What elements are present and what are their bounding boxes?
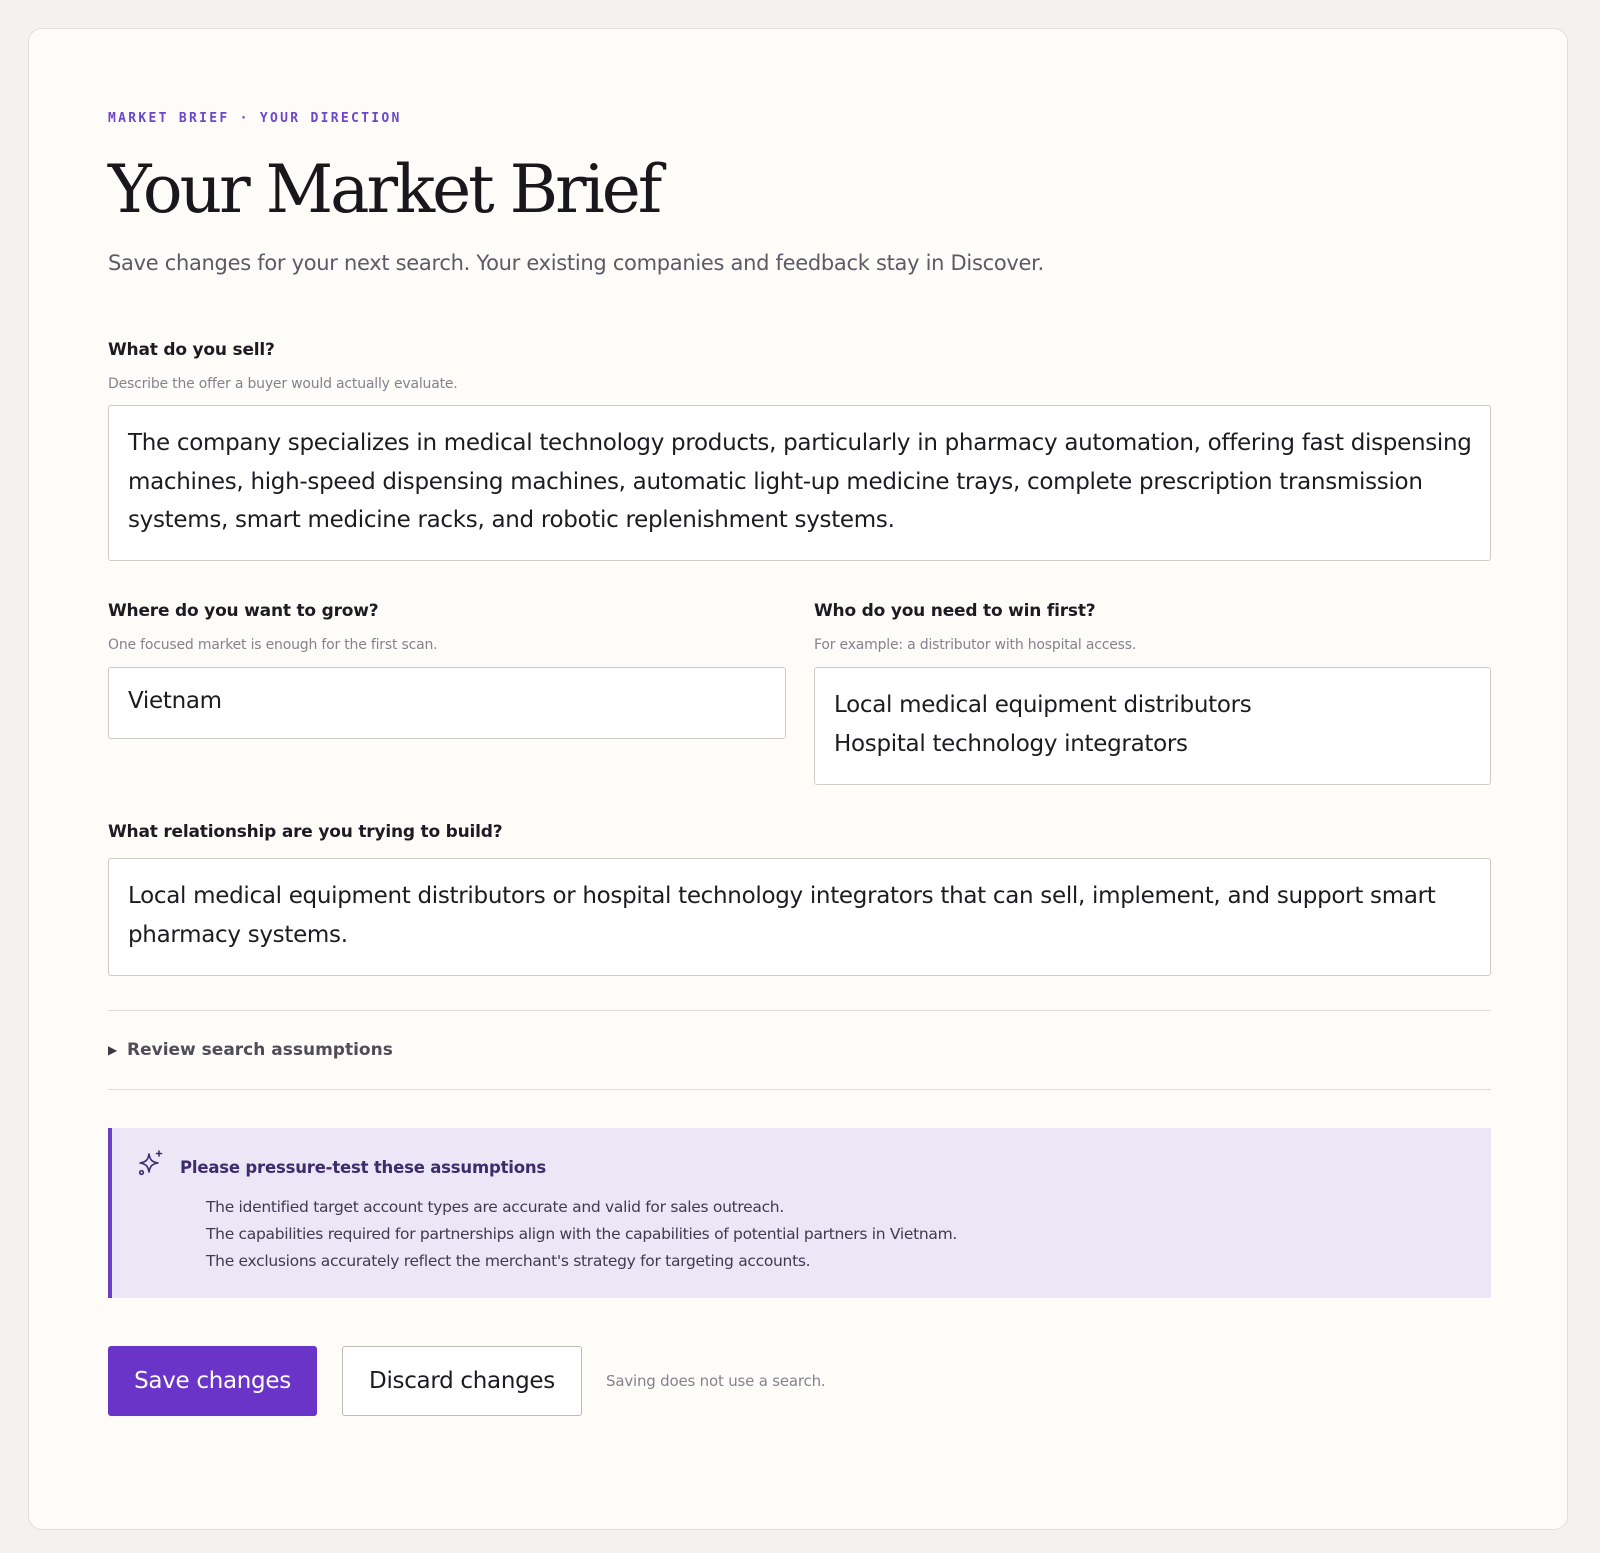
list-item: The identified target account types are … — [206, 1198, 784, 1216]
market-row: Where do you want to grow? One focused m… — [108, 599, 1491, 785]
sell-text-line: machines, high-speed dispensing machines… — [128, 468, 1423, 495]
list-item: The exclusions accurately reflect the me… — [206, 1252, 811, 1270]
win-text-line: Hospital technology integrators — [834, 730, 1188, 757]
relationship-label: What relationship are you trying to buil… — [108, 822, 503, 842]
win-label: Who do you need to win first? — [814, 601, 1096, 621]
triangle-right-icon: ▶ — [108, 1043, 118, 1057]
win-section: Who do you need to win first? For exampl… — [814, 599, 1491, 785]
review-assumptions-toggle[interactable]: ▶ Review search assumptions — [108, 1011, 1491, 1089]
assumptions-list: The identified target account types are … — [206, 1194, 957, 1275]
page-subtitle: Save changes for your next search. Your … — [108, 251, 1044, 275]
sell-section: What do you sell? Describe the offer a b… — [108, 338, 1491, 561]
grow-input[interactable]: Vietnam — [108, 667, 786, 739]
eyebrow: MARKET BRIEF · YOUR DIRECTION — [108, 111, 402, 126]
sparkle-icon — [138, 1150, 163, 1176]
sell-text-line: systems, smart medicine racks, and robot… — [128, 507, 895, 533]
brief-content: MARKET BRIEF · YOUR DIRECTION Your Marke… — [108, 109, 1491, 1416]
sell-label: What do you sell? — [108, 340, 275, 360]
grow-value: Vietnam — [128, 688, 222, 714]
market-brief-card: MARKET BRIEF · YOUR DIRECTION Your Marke… — [28, 28, 1568, 1530]
list-item: The capabilities required for partnershi… — [206, 1225, 958, 1243]
review-assumptions-label: Review search assumptions — [127, 1040, 393, 1060]
grow-label: Where do you want to grow? — [108, 601, 379, 621]
save-note: Saving does not use a search. — [606, 1372, 826, 1390]
assumptions-callout: Please pressure-test these assumptions T… — [108, 1128, 1491, 1298]
relationship-text-line: pharmacy systems. — [128, 921, 348, 948]
grow-section: Where do you want to grow? One focused m… — [108, 599, 786, 785]
grow-hint: One focused market is enough for the fir… — [108, 637, 438, 653]
divider — [108, 1089, 1491, 1090]
page-title: Your Market Brief — [108, 151, 662, 228]
discard-changes-button[interactable]: Discard changes — [342, 1346, 582, 1416]
win-text-line: Local medical equipment distributors — [834, 692, 1252, 718]
win-textarea[interactable]: Local medical equipment distributors Hos… — [814, 667, 1491, 785]
relationship-textarea[interactable]: Local medical equipment distributors or … — [108, 858, 1491, 976]
relationship-text-line: Local medical equipment distributors or … — [128, 883, 1436, 909]
save-changes-button[interactable]: Save changes — [108, 1346, 317, 1416]
sell-hint: Describe the offer a buyer would actuall… — [108, 376, 458, 392]
sell-textarea[interactable]: The company specializes in medical techn… — [108, 405, 1491, 561]
relationship-section: What relationship are you trying to buil… — [108, 820, 1491, 976]
callout-title: Please pressure-test these assumptions — [180, 1158, 547, 1177]
win-hint: For example: a distributor with hospital… — [814, 637, 1137, 653]
sell-text-line: The company specializes in medical techn… — [128, 430, 1472, 456]
action-bar: Save changes Discard changes Saving does… — [108, 1346, 1491, 1416]
